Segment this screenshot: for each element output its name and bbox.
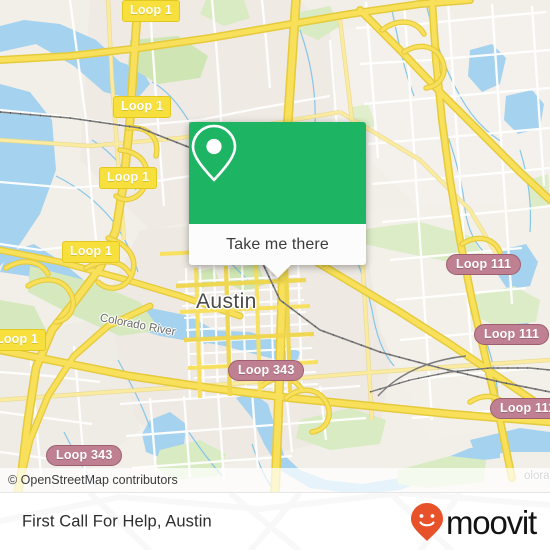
road-shield-loop-1[interactable]: Loop 1 — [0, 329, 47, 351]
moovit-wordmark: moovit — [446, 503, 537, 541]
map-pin-icon — [191, 124, 237, 182]
attribution-text: © OpenStreetMap contributors — [8, 473, 178, 487]
road-shield-loop-1[interactable]: Loop 1 — [122, 0, 181, 22]
popup-action-bar[interactable]: Take me there — [189, 224, 366, 265]
city-label-austin: Austin — [196, 290, 257, 313]
road-shield-loop-343[interactable]: Loop 343 — [228, 360, 305, 381]
place-title: First Call For Help, Austin — [22, 512, 212, 531]
moovit-map-screenshot: Austin Colorado River olora Loop 1 Loop … — [0, 0, 550, 550]
road-shield-loop-1[interactable]: Loop 1 — [113, 96, 172, 118]
take-me-there-label: Take me there — [226, 235, 329, 253]
road-shield-loop-1[interactable]: Loop 1 — [62, 241, 121, 263]
moovit-pin-icon — [411, 503, 443, 541]
road-shield-loop-111[interactable]: Loop 111 — [490, 398, 550, 419]
page-footer: First Call For Help, Austin moovit — [0, 492, 550, 550]
map-attribution-bar: © OpenStreetMap contributors — [0, 468, 550, 492]
road-shield-loop-343[interactable]: Loop 343 — [46, 445, 123, 466]
map-callout-popup[interactable]: Take me there — [189, 122, 366, 278]
popup-header — [189, 122, 366, 224]
road-shield-loop-111[interactable]: Loop 111 — [474, 324, 550, 345]
map-canvas[interactable]: Austin Colorado River olora Loop 1 Loop … — [0, 0, 550, 492]
road-shield-loop-111[interactable]: Loop 111 — [446, 254, 522, 275]
road-shield-loop-1[interactable]: Loop 1 — [99, 167, 158, 189]
popup-pointer — [264, 265, 291, 278]
moovit-logo[interactable]: moovit — [410, 502, 537, 542]
